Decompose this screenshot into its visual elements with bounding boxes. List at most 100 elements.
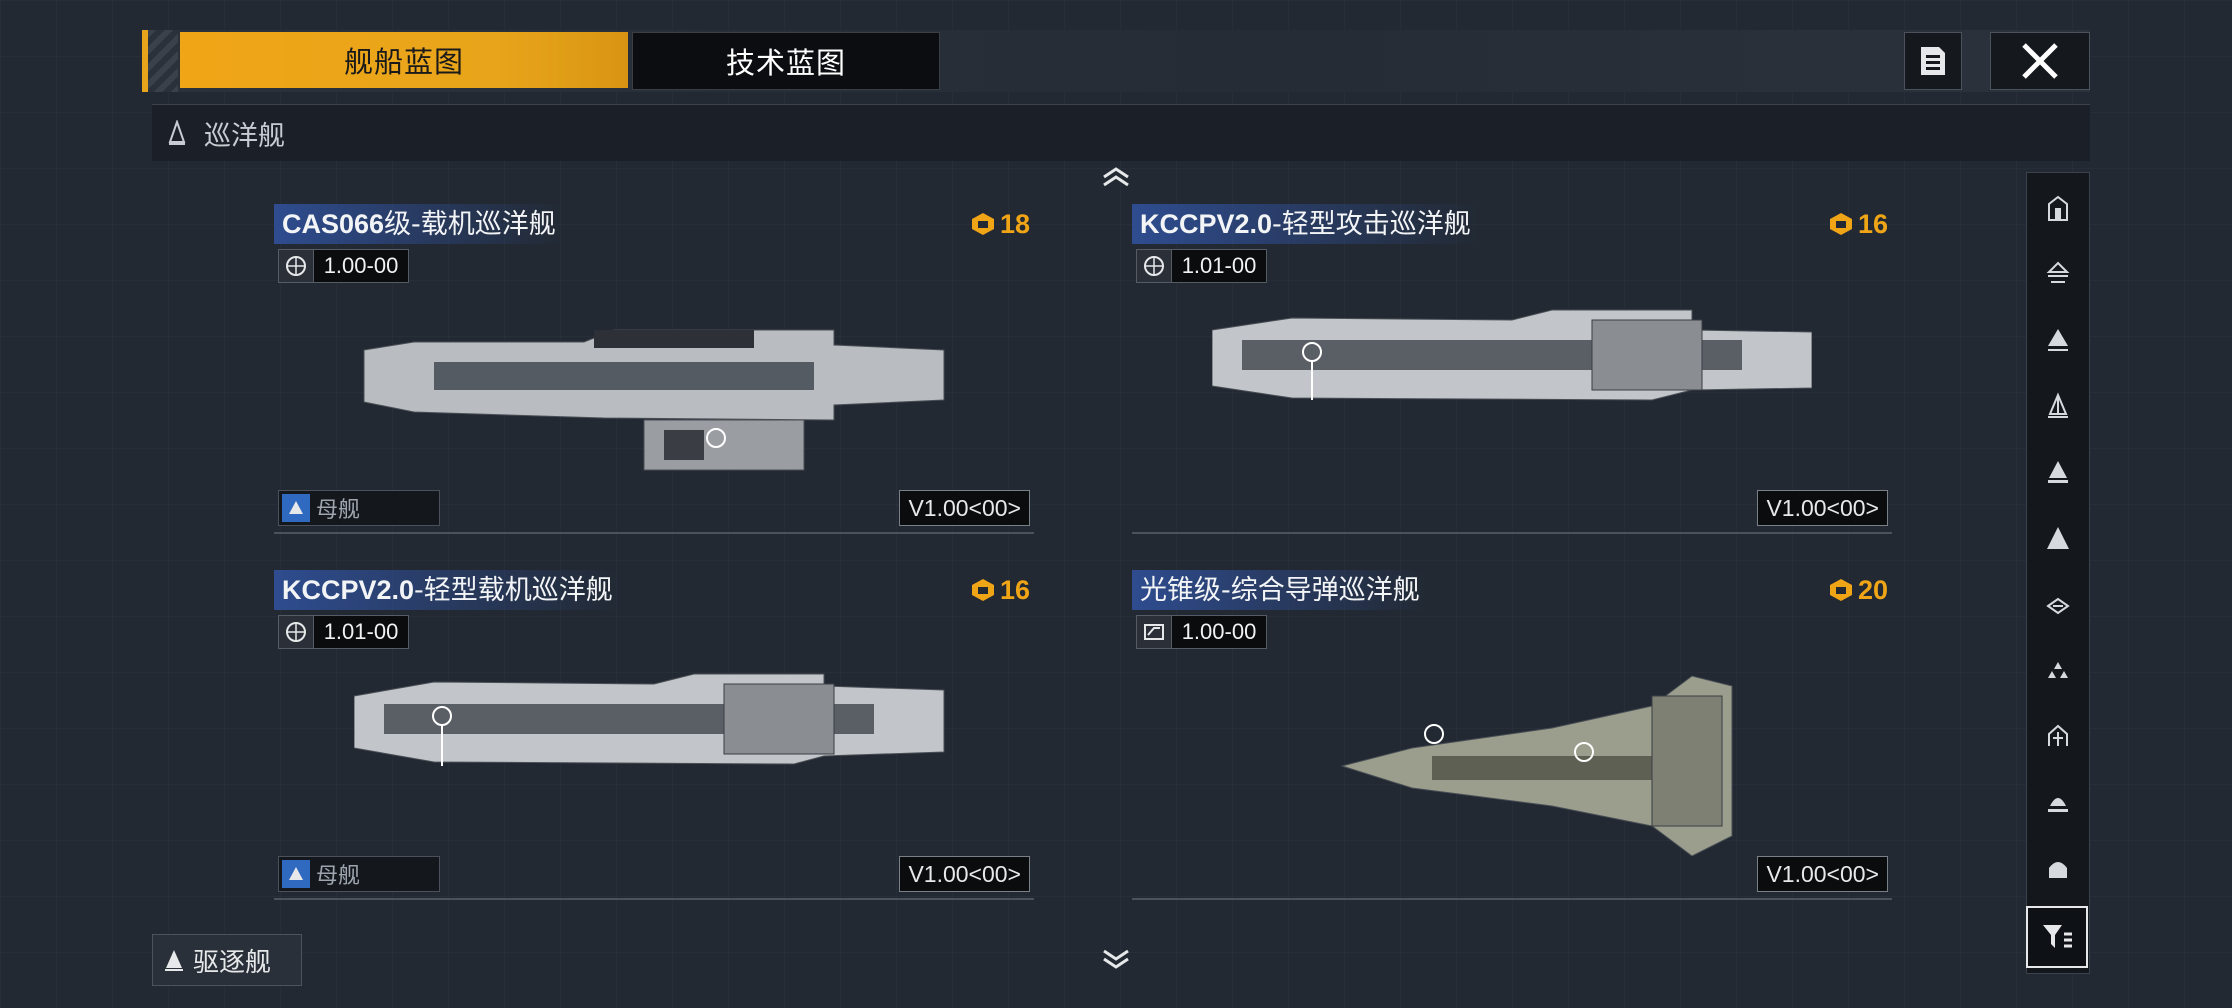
battleship-icon — [2047, 527, 2069, 549]
ship-image — [1340, 675, 1733, 856]
cruiser-icon — [162, 118, 192, 148]
ship-card[interactable]: KCCPV2.0-轻型载机巡洋舰 16 1.01-00 母舰 V1.00<00> — [274, 566, 1034, 908]
faction-badge: 1.00-00 — [278, 249, 409, 283]
version-label: V1.00<00> — [1757, 490, 1888, 526]
close-button[interactable] — [1990, 32, 2090, 90]
top-bar: 舰船蓝图 技术蓝图 — [142, 30, 2090, 92]
version-label: V1.00<00> — [899, 490, 1030, 526]
aux-ship-icon — [2048, 662, 2068, 678]
corvette-icon — [2046, 261, 2070, 283]
ship-name: 级-载机巡洋舰 — [384, 209, 556, 240]
ship-name-code: KCCPV2.0 — [1140, 209, 1273, 239]
version-label: V1.00<00> — [899, 856, 1030, 892]
frigate-icon — [2048, 195, 2068, 221]
ship-name: -轻型载机巡洋舰 — [414, 575, 613, 606]
cap-ship-icon — [2048, 798, 2068, 812]
close-icon — [2022, 43, 2058, 79]
card-baseline — [1132, 898, 1892, 900]
destroyer-icon — [165, 950, 183, 971]
faction-logo-icon — [1136, 615, 1172, 649]
role-badge: 母舰 — [278, 856, 440, 892]
ship-cost: 20 — [1828, 570, 1888, 610]
filter-capital[interactable] — [2031, 775, 2085, 829]
card-baseline — [274, 532, 1034, 534]
tab-ship-blueprints[interactable]: 舰船蓝图 — [180, 32, 628, 88]
ship-title: KCCPV2.0-轻型载机巡洋舰 — [274, 570, 621, 610]
card-baseline — [1132, 532, 1892, 534]
role-label: 母舰 — [316, 864, 361, 889]
destroyer-icon — [2048, 329, 2068, 351]
cost-value: 20 — [1857, 574, 1888, 605]
globe-icon — [278, 249, 314, 283]
faction-badge: 1.01-00 — [278, 615, 409, 649]
hatch-decoration — [148, 30, 178, 92]
tab-tech-blueprints[interactable]: 技术蓝图 — [632, 32, 940, 90]
faction-badge: 1.00-00 — [1136, 615, 1267, 649]
next-category-button[interactable]: 驱逐舰 — [152, 934, 302, 986]
carrier-icon — [2046, 597, 2070, 615]
ship-class-filter-bar — [2026, 172, 2090, 974]
ship-image — [363, 329, 945, 471]
blueprint-cost-icon — [971, 213, 994, 235]
ship-image — [354, 673, 945, 766]
card-baseline — [274, 898, 1034, 900]
globe-icon — [278, 615, 314, 649]
carrier-role-icon — [282, 494, 310, 522]
ship-cost: 16 — [1828, 204, 1888, 244]
ship-card[interactable]: CAS066级-载机巡洋舰 18 1.00-00 母舰 V1.00<00> — [274, 200, 1034, 542]
faction-value: 1.01-00 — [314, 615, 409, 649]
faction-badge: 1.01-00 — [1136, 249, 1267, 283]
category-title: 巡洋舰 — [204, 120, 285, 152]
blueprint-cost-icon — [971, 579, 994, 601]
ship-cost: 18 — [970, 204, 1030, 244]
filter-hull[interactable] — [2031, 841, 2085, 895]
filter-destroyer[interactable] — [2031, 313, 2085, 367]
filter-icon — [2043, 925, 2072, 948]
filter-auxiliary[interactable] — [2031, 643, 2085, 697]
ship-card[interactable]: KCCPV2.0-轻型攻击巡洋舰 16 1.01-00 V1.00<00> — [1132, 200, 1892, 542]
ship-cost: 16 — [970, 570, 1030, 610]
ship-name: -轻型攻击巡洋舰 — [1272, 209, 1471, 240]
blueprint-cost-icon — [1829, 579, 1852, 601]
globe-icon — [1136, 249, 1172, 283]
role-badge: 母舰 — [278, 490, 440, 526]
filter-cruiser[interactable] — [2031, 379, 2085, 433]
ship-name: 光锥级-综合导弹巡洋舰 — [1140, 575, 1420, 606]
filter-battleship[interactable] — [2031, 511, 2085, 565]
faction-value: 1.01-00 — [1172, 249, 1267, 283]
cost-value: 16 — [1857, 208, 1888, 239]
blueprint-cost-icon — [1829, 213, 1852, 235]
filter-station[interactable] — [2031, 709, 2085, 763]
ship-image — [1212, 309, 1812, 401]
carrier-role-icon — [282, 860, 310, 888]
faction-value: 1.00-00 — [1172, 615, 1267, 649]
category-header[interactable]: 巡洋舰 — [152, 104, 2090, 161]
chevron-down-icon — [1103, 949, 1129, 969]
scroll-down-button[interactable] — [1100, 948, 1132, 972]
ship-card[interactable]: 光锥级-综合导弹巡洋舰 20 1.00-00 V1.00<00> — [1132, 566, 1892, 908]
battlecruiser-icon — [2048, 461, 2068, 483]
filter-carrier[interactable] — [2031, 577, 2085, 631]
next-category-label: 驱逐舰 — [193, 947, 272, 978]
role-label: 母舰 — [316, 498, 361, 523]
filter-battlecruiser[interactable] — [2031, 445, 2085, 499]
ship-name-code: CAS066 — [282, 209, 385, 239]
document-button[interactable] — [1904, 32, 1962, 90]
chevron-up-icon — [1103, 167, 1129, 187]
filter-frigate[interactable] — [2031, 181, 2085, 235]
ship-name-code: KCCPV2.0 — [282, 575, 415, 605]
cost-value: 16 — [999, 574, 1030, 605]
station-icon — [2048, 724, 2068, 746]
hull-icon — [2049, 862, 2067, 878]
document-icon — [1921, 47, 1945, 75]
filter-corvette[interactable] — [2031, 247, 2085, 301]
ship-title: CAS066级-载机巡洋舰 — [274, 204, 564, 244]
version-label: V1.00<00> — [1757, 856, 1888, 892]
ship-title: 光锥级-综合导弹巡洋舰 — [1132, 570, 1428, 610]
scroll-up-button[interactable] — [1100, 164, 1132, 188]
cruiser-icon — [2048, 392, 2068, 418]
faction-value: 1.00-00 — [314, 249, 409, 283]
cost-value: 18 — [999, 208, 1030, 239]
filter-button[interactable] — [2026, 906, 2088, 968]
ship-title: KCCPV2.0-轻型攻击巡洋舰 — [1132, 204, 1479, 244]
